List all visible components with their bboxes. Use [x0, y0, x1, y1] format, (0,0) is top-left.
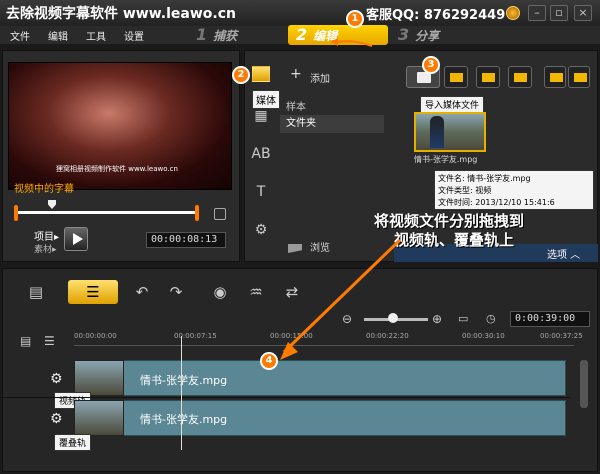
mode-project[interactable]: 项目▸ — [34, 228, 59, 243]
thumbnail-label: 情书-张学友.mpg — [414, 155, 478, 164]
ruler-tick: 00:00:22:20 — [366, 332, 409, 340]
close-button[interactable]: × — [574, 5, 592, 21]
timeline-ruler[interactable]: 00:00:00:00 00:00:07:15 00:00:15:00 00:0… — [74, 332, 583, 346]
minimize-button[interactable]: – — [528, 5, 546, 21]
callout-3: 3 — [422, 56, 440, 74]
effects-gear-icon[interactable]: ⚙ — [250, 220, 272, 240]
video-track-thumb — [74, 360, 124, 396]
media-thumbnail[interactable] — [414, 112, 486, 152]
playhead[interactable] — [181, 336, 182, 450]
video-track-label: 情书-张学友.mpg — [140, 374, 228, 387]
clip-view-icon[interactable] — [214, 208, 226, 220]
menu-settings[interactable]: 设置 — [124, 28, 144, 43]
app-logo-icon[interactable] — [506, 6, 520, 20]
instruction-line-1: 将视频文件分别拖拽到 — [374, 212, 525, 230]
tab-edit[interactable]: 2 编辑 — [288, 25, 388, 45]
file-info-time: 文件时间: 2013/12/10 15:41:6 — [438, 198, 555, 207]
folder-folders[interactable]: 文件夹 — [280, 115, 384, 133]
restore-button[interactable]: ▫ — [550, 5, 568, 21]
ruler-tick: 00:00:00:00 — [74, 332, 117, 340]
ruler-tick: 00:00:37:25 — [540, 332, 583, 340]
preview-timecode[interactable]: 00:00:08:13 — [146, 232, 226, 248]
track-divider — [0, 397, 570, 398]
zoom-out-icon[interactable]: ⊖ — [342, 312, 352, 326]
video-subtitle: 狸窝相册视频制作软件 www.leawo.cn — [56, 165, 178, 173]
timeline-scrollbar[interactable] — [580, 360, 588, 408]
overlay-track-label: 情书-张学友.mpg — [140, 413, 228, 426]
video-track-icon[interactable]: ⚙ — [50, 370, 70, 388]
menu-tools[interactable]: 工具 — [86, 28, 106, 43]
list-view-button[interactable] — [544, 66, 566, 88]
ruler-tick: 00:00:15:00 — [270, 332, 313, 340]
contact-qq: 客服QQ: 876292449 — [366, 8, 506, 23]
subtitle-annotation: 视频中的字幕 — [14, 184, 74, 195]
filter-image-button[interactable] — [476, 66, 500, 88]
add-icon[interactable]: + — [290, 66, 302, 82]
tab-capture[interactable]: 1 捕获 — [196, 25, 237, 45]
track-manager-icon[interactable]: ▤ — [20, 334, 31, 348]
instruction-line-2: 视频轨、覆叠轨上 — [394, 231, 515, 249]
folder-sample[interactable]: 样本 — [286, 98, 306, 113]
menu-file[interactable]: 文件 — [10, 28, 30, 43]
thumbnail-person — [430, 116, 444, 148]
audio-mix-icon[interactable]: ♒ — [240, 280, 272, 304]
undo-icon[interactable]: ↶ — [126, 280, 158, 304]
options-button[interactable]: 选项 ︿ — [547, 246, 580, 261]
menu-edit[interactable]: 编辑 — [48, 28, 68, 43]
browse-button[interactable]: 浏览 — [284, 240, 384, 258]
tab-share[interactable]: 3 分享 — [398, 25, 439, 45]
filter-audio-button[interactable] — [508, 66, 532, 88]
zoom-in-icon[interactable]: ⊕ — [432, 312, 442, 326]
text-t-icon[interactable]: T — [250, 182, 272, 202]
file-info-name: 文件名: 情书-张学友.mpg — [438, 174, 531, 183]
filter-video-button[interactable] — [444, 66, 468, 88]
callout-1: 1 — [346, 10, 364, 28]
file-info-tooltip: 文件名: 情书-张学友.mpg 文件类型: 视频 文件时间: 2013/12/1… — [434, 170, 594, 210]
storyboard-view-icon[interactable]: ▤ — [20, 280, 52, 304]
record-icon[interactable]: ◉ — [204, 280, 236, 304]
thumb-view-button[interactable] — [568, 66, 590, 88]
timeline-duration[interactable]: 0:00:39:00 — [510, 311, 590, 327]
ruler-tick: 00:00:30:10 — [462, 332, 505, 340]
callout-2: 2 — [232, 66, 250, 84]
play-button[interactable] — [64, 227, 88, 251]
transition-icon[interactable]: ▦ — [250, 106, 272, 126]
fit-icon[interactable]: ▭ — [458, 312, 468, 325]
media-icon[interactable] — [252, 66, 270, 82]
chapter-icon[interactable]: ☰ — [44, 334, 55, 348]
auto-music-icon[interactable]: ⇄ — [276, 280, 308, 304]
window-title: 去除视频字幕软件 www.leawo.cn — [6, 6, 236, 22]
redo-icon[interactable]: ↷ — [160, 280, 192, 304]
scrub-bar[interactable] — [16, 211, 198, 214]
overlay-track-icon[interactable]: ⚙ — [50, 410, 70, 428]
callout-4: 4 — [260, 352, 278, 370]
zoom-knob[interactable] — [388, 313, 398, 323]
trim-start-marker[interactable] — [14, 205, 18, 221]
file-info-type: 文件类型: 视频 — [438, 186, 492, 195]
timeline-view-icon[interactable]: ☰ — [68, 280, 118, 304]
trim-end-marker[interactable] — [195, 205, 199, 221]
clock-icon[interactable]: ◷ — [486, 312, 496, 325]
overlay-track-tooltip: 覆叠轨 — [54, 434, 92, 451]
overlay-track-thumb — [74, 400, 124, 436]
import-tooltip: 导入媒体文件 — [420, 96, 485, 113]
mode-clip[interactable]: 素材▸ — [34, 242, 57, 255]
add-button[interactable]: 添加 — [310, 70, 330, 85]
title-ab-icon[interactable]: AB — [250, 144, 272, 164]
